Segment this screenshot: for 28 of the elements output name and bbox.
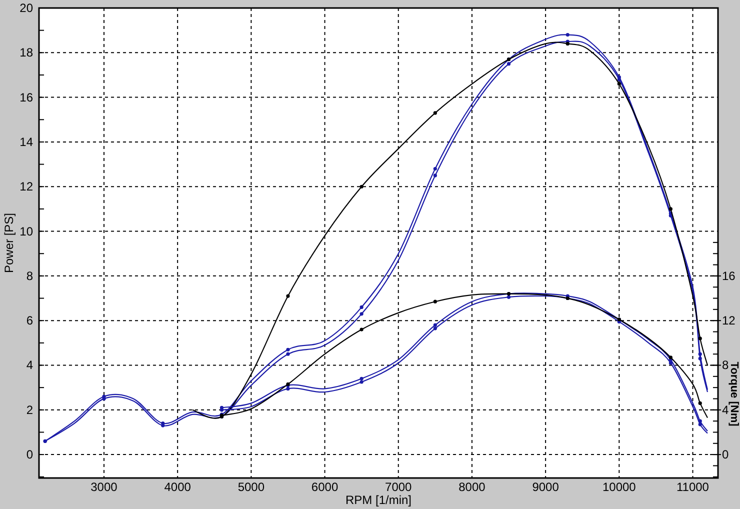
tick-label: 14 xyxy=(20,134,33,149)
y-axis-label: Power [PS] xyxy=(2,212,16,274)
tick-label: 8000 xyxy=(458,480,486,494)
tick-label: 8 xyxy=(26,268,33,283)
tick-label: 11000 xyxy=(676,480,709,494)
tick-label: 8 xyxy=(722,358,729,372)
tick-label: 12 xyxy=(20,180,33,194)
tick-label: 5000 xyxy=(238,480,265,494)
tick-label: 18 xyxy=(20,46,33,60)
tick-label: 12 xyxy=(722,314,736,328)
tick-label: 10 xyxy=(20,224,33,238)
tick-label: 16 xyxy=(722,268,736,283)
tick-label: 0 xyxy=(26,448,33,462)
tick-label: 0 xyxy=(722,448,729,462)
tick-label: 6000 xyxy=(311,480,338,494)
tick-label: 4000 xyxy=(164,480,191,494)
tick-label: 6 xyxy=(26,314,33,328)
tick-label: 20 xyxy=(20,1,33,15)
tick-label: 4 xyxy=(722,402,729,417)
tick-label: 3000 xyxy=(90,480,118,494)
tick-label: 9000 xyxy=(532,480,559,494)
tick-label: 10000 xyxy=(602,480,636,494)
x-axis-label: RPM [1/min] xyxy=(346,493,412,507)
tick-label: 2 xyxy=(26,402,33,417)
tick-label: 4 xyxy=(26,358,33,372)
tick-label: 16 xyxy=(20,90,33,104)
y-axis-label: Torque [Nm] xyxy=(728,362,740,426)
tick-label: 7000 xyxy=(385,480,412,494)
